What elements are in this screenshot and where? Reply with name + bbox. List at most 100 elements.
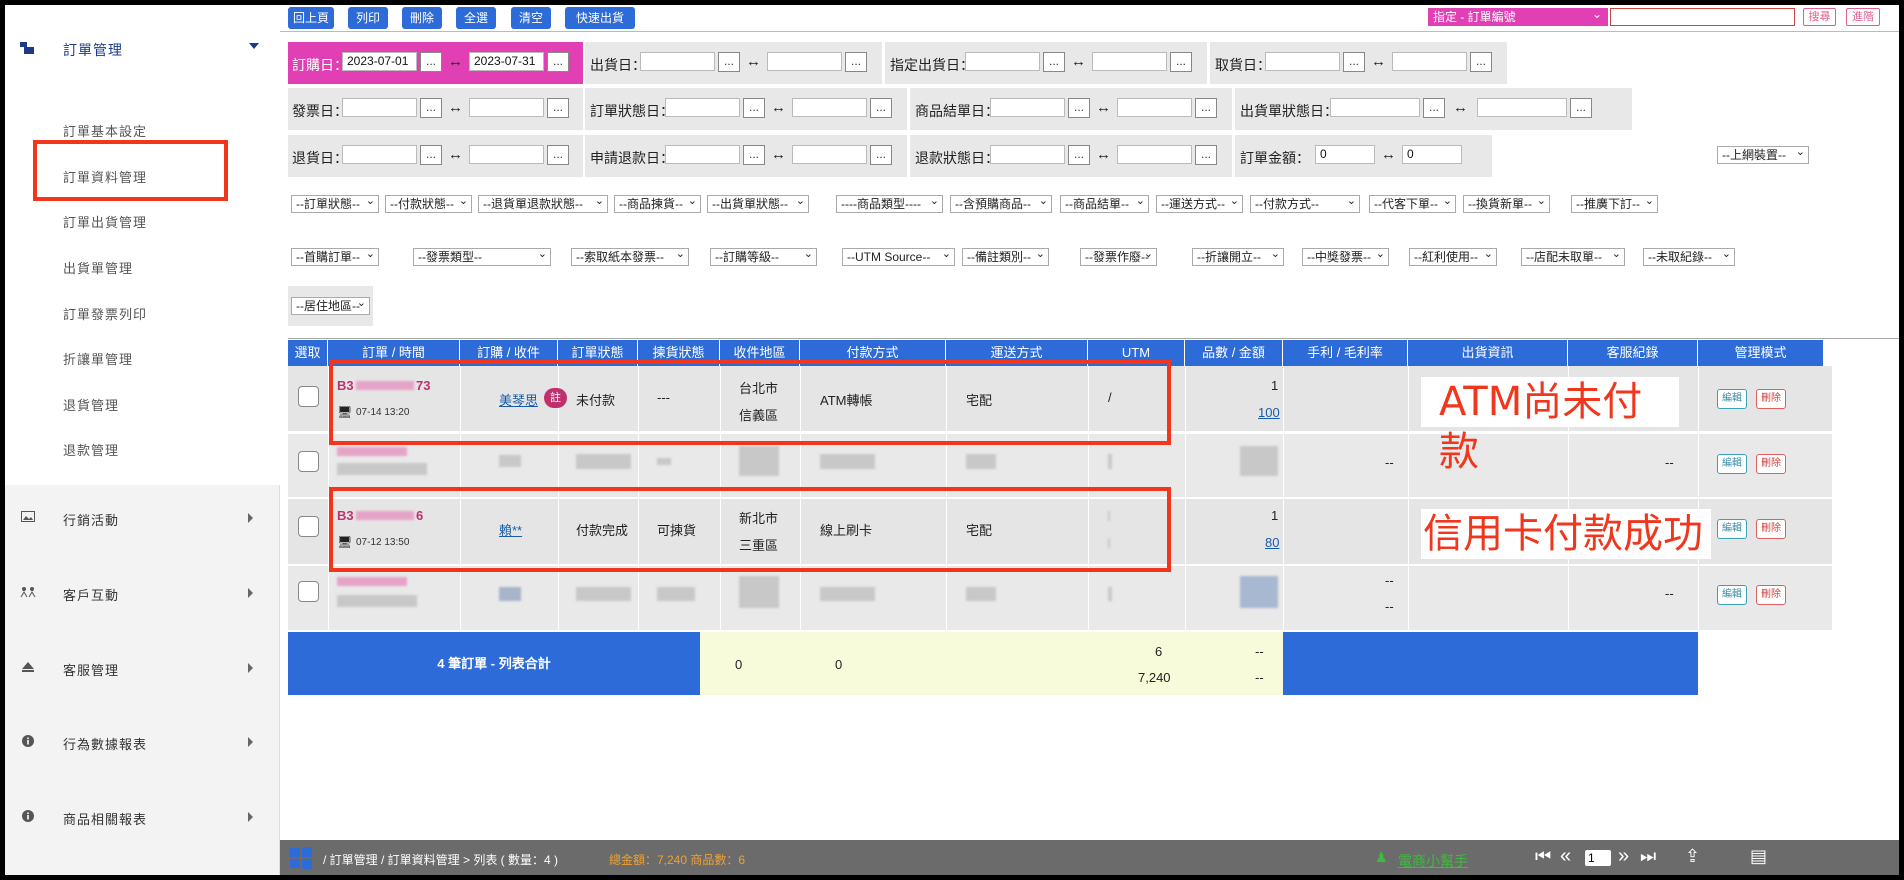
date-picker-button[interactable]: ... <box>870 145 892 165</box>
last-page-icon[interactable]: ⏭ <box>1640 846 1656 867</box>
promotion-select[interactable]: --推廣下訂-- <box>1571 195 1658 213</box>
settle-select[interactable]: --商品結單-- <box>1060 195 1149 213</box>
refund-apply-date-to-input[interactable] <box>792 145 867 164</box>
bonus-use-select[interactable]: --紅利使用-- <box>1409 248 1497 266</box>
submenu-shipping-slip-management[interactable]: 出貨單管理 <box>63 258 133 277</box>
clear-button[interactable]: 清空 <box>511 7 551 29</box>
row-checkbox[interactable] <box>298 516 319 537</box>
preorder-select[interactable]: --含預購商品-- <box>950 195 1052 213</box>
assigned-ship-date-from-input[interactable] <box>965 52 1040 71</box>
date-picker-button[interactable]: ... <box>743 145 765 165</box>
ship-date-to-input[interactable] <box>767 52 842 71</box>
date-picker-button[interactable]: ... <box>1043 52 1065 72</box>
date-picker-button[interactable]: ... <box>845 52 867 72</box>
sidebar-item-customer-interaction[interactable]: 客戶互動 <box>5 578 280 608</box>
print-button[interactable]: 列印 <box>348 7 388 29</box>
amount-link[interactable]: 80 <box>1265 535 1279 550</box>
unpicked-record-select[interactable]: --未取紀錄-- <box>1643 248 1735 266</box>
settle-date-from-input[interactable] <box>990 98 1065 117</box>
payment-status-select[interactable]: --付款狀態-- <box>385 195 472 213</box>
submenu-order-shipping-management[interactable]: 訂單出貨管理 <box>63 212 147 231</box>
page-select[interactable]: 1 <box>1585 850 1611 866</box>
date-picker-button[interactable]: ... <box>1343 52 1365 72</box>
invoice-date-from-input[interactable] <box>342 98 417 117</box>
back-button[interactable]: 回上頁 <box>288 7 334 29</box>
export-icon[interactable]: ⇪ <box>1685 846 1700 867</box>
date-picker-button[interactable]: ... <box>547 98 569 118</box>
sidebar-item-behavior-report[interactable]: 行為數據報表 <box>5 727 280 757</box>
pickup-date-from-input[interactable] <box>1265 52 1340 71</box>
ship-status-date-from-input[interactable] <box>1330 98 1420 117</box>
submenu-return-management[interactable]: 退貨管理 <box>63 395 119 414</box>
first-page-icon[interactable]: ⏮ <box>1535 846 1551 867</box>
date-picker-button[interactable]: ... <box>743 98 765 118</box>
pickup-date-to-input[interactable] <box>1392 52 1467 71</box>
refund-status-date-from-input[interactable] <box>990 145 1065 164</box>
return-date-to-input[interactable] <box>469 145 544 164</box>
assigned-ship-date-to-input[interactable] <box>1092 52 1167 71</box>
utm-source-select[interactable]: --UTM Source-- <box>842 248 955 266</box>
order-status-date-to-input[interactable] <box>792 98 867 117</box>
advanced-button[interactable]: 進階 <box>1846 8 1880 26</box>
select-all-button[interactable]: 全選 <box>456 7 496 29</box>
search-field-select[interactable]: 指定 - 訂單編號 <box>1428 5 1608 26</box>
order-status-select[interactable]: --訂單狀態-- <box>291 195 379 213</box>
row-checkbox[interactable] <box>298 386 319 407</box>
amount-link[interactable]: 100 <box>1258 405 1280 420</box>
delete-row-button[interactable]: 刪除 <box>1756 519 1786 539</box>
refund-status-date-to-input[interactable] <box>1117 145 1192 164</box>
date-picker-button[interactable]: ... <box>1170 52 1192 72</box>
sidebar-item-customer-service[interactable]: 客服管理 <box>5 653 280 683</box>
submenu-allowance-management[interactable]: 折讓單管理 <box>63 349 133 368</box>
date-picker-button[interactable]: ... <box>1470 52 1492 72</box>
ship-date-from-input[interactable] <box>640 52 715 71</box>
prev-page-icon[interactable]: « <box>1560 845 1571 868</box>
return-date-from-input[interactable] <box>342 145 417 164</box>
date-picker-button[interactable]: ... <box>1423 98 1445 118</box>
date-picker-button[interactable]: ... <box>1195 145 1217 165</box>
edit-button[interactable]: 編輯 <box>1717 389 1747 409</box>
device-select[interactable]: --上網裝置-- <box>1717 146 1809 164</box>
date-picker-button[interactable]: ... <box>547 52 569 72</box>
return-refund-status-select[interactable]: --退貨單退款狀態-- <box>478 195 608 213</box>
order-date-to-input[interactable]: 2023-07-31 <box>469 52 544 71</box>
invoice-void-select[interactable]: --發票作廢-- <box>1080 248 1157 266</box>
date-picker-button[interactable]: ... <box>1195 98 1217 118</box>
order-status-date-from-input[interactable] <box>665 98 740 117</box>
allowance-select[interactable]: --折讓開立-- <box>1192 248 1284 266</box>
delete-row-button[interactable]: 刪除 <box>1756 585 1786 605</box>
sidebar-item-product-report[interactable]: 商品相關報表 <box>5 802 280 832</box>
windows-icon[interactable] <box>290 847 312 872</box>
proxy-order-select[interactable]: --代客下單-- <box>1369 195 1456 213</box>
delete-row-button[interactable]: 刪除 <box>1756 389 1786 409</box>
order-amount-to-input[interactable]: 0 <box>1402 145 1462 164</box>
delete-row-button[interactable]: 刪除 <box>1756 454 1786 474</box>
submenu-invoice-print[interactable]: 訂單發票列印 <box>63 304 147 323</box>
ship-status-select[interactable]: --出貨單狀態-- <box>707 195 809 213</box>
picking-select[interactable]: --商品揀貨-- <box>614 195 701 213</box>
winning-invoice-select[interactable]: --中獎發票-- <box>1302 248 1389 266</box>
date-picker-button[interactable]: ... <box>1068 145 1090 165</box>
date-picker-button[interactable]: ... <box>1570 98 1592 118</box>
delete-button[interactable]: 刪除 <box>402 7 442 29</box>
invoice-date-to-input[interactable] <box>469 98 544 117</box>
quick-ship-button[interactable]: 快速出貨 <box>565 7 635 29</box>
note-category-select[interactable]: --備註類別-- <box>962 248 1049 266</box>
date-picker-button[interactable]: ... <box>870 98 892 118</box>
search-input[interactable] <box>1610 8 1795 26</box>
first-order-select[interactable]: --首購訂單-- <box>291 248 379 266</box>
paper-invoice-select[interactable]: --索取紙本發票-- <box>571 248 689 266</box>
submenu-refund-management[interactable]: 退款管理 <box>63 440 119 459</box>
date-picker-button[interactable]: ... <box>547 145 569 165</box>
residence-select[interactable]: --居住地區-- <box>291 297 370 315</box>
row-checkbox[interactable] <box>298 451 319 472</box>
document-icon[interactable]: ▤ <box>1750 846 1767 867</box>
edit-button[interactable]: 編輯 <box>1717 519 1747 539</box>
exchange-order-select[interactable]: --換貨新單-- <box>1463 195 1550 213</box>
sidebar-item-marketing[interactable]: 行銷活動 <box>5 503 280 533</box>
shipping-method-select[interactable]: --運送方式-- <box>1156 195 1243 213</box>
submenu-order-basic-settings[interactable]: 訂單基本設定 <box>63 121 147 140</box>
settle-date-to-input[interactable] <box>1117 98 1192 117</box>
edit-button[interactable]: 編輯 <box>1717 454 1747 474</box>
helper-link[interactable]: 電商小幫手 <box>1398 851 1468 871</box>
